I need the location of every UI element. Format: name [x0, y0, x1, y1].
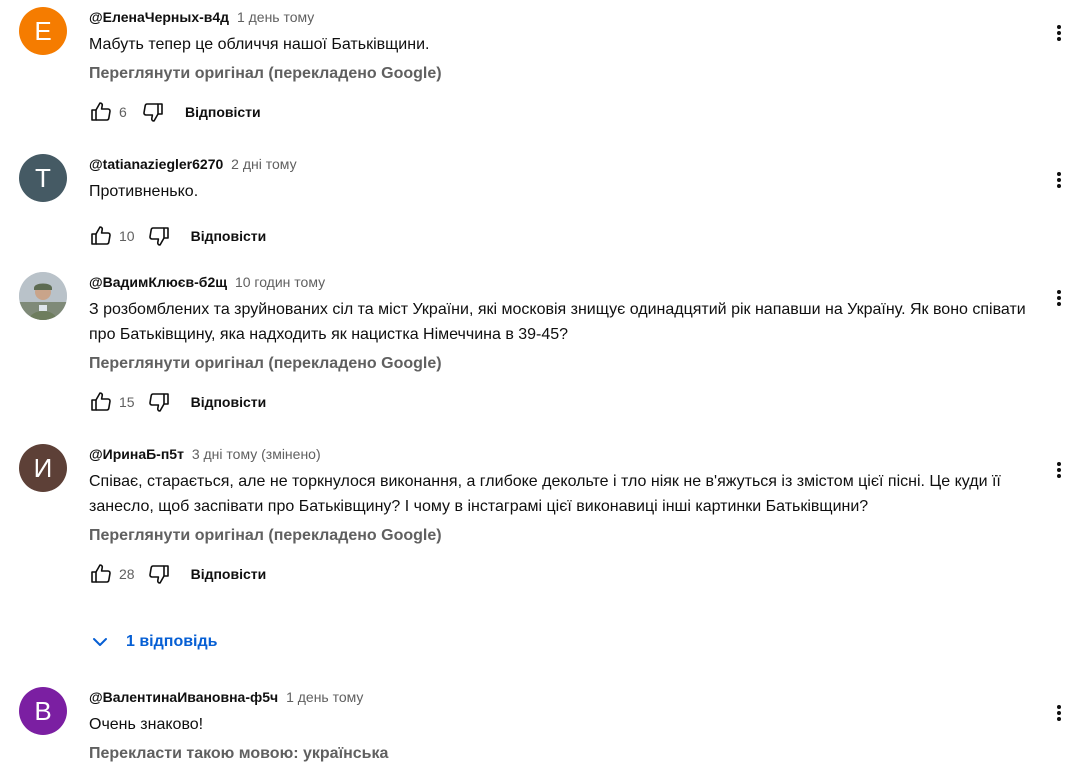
comment-author[interactable]: @ВадимКлюєв-б2щ: [89, 274, 227, 290]
thumbs-down-icon[interactable]: [141, 100, 165, 124]
like-count: 15: [119, 394, 135, 410]
thumbs-up-icon[interactable]: [89, 562, 113, 586]
reply-button[interactable]: Відповісти: [185, 104, 261, 120]
comment-actions: 10 Відповісти: [89, 219, 1035, 253]
comment-text: Очень знаково!: [89, 716, 204, 733]
avatar[interactable]: И: [19, 444, 67, 492]
comment-body: @ЕленаЧерных-в4д 1 день тому Мабуть тепе…: [89, 7, 1035, 129]
avatar[interactable]: T: [19, 154, 67, 202]
translate-link[interactable]: Перекласти такою мовою: українська: [89, 743, 1035, 765]
like-count: 6: [119, 104, 127, 120]
reply-button[interactable]: Відповісти: [191, 228, 267, 244]
comment-actions: 15 Відповісти: [89, 385, 1035, 419]
avatar-letter: Е: [34, 15, 52, 46]
more-vertical-icon[interactable]: [1049, 701, 1069, 725]
comment-body: @tatianaziegler6270 2 дні тому Противнен…: [89, 154, 1035, 253]
comment-time[interactable]: 1 день тому: [237, 9, 314, 25]
comment-body: @ВалентинаИвановна-ф5ч 1 день тому Очень…: [89, 687, 1035, 765]
reply-button[interactable]: Відповісти: [191, 566, 267, 582]
comment-time[interactable]: 10 годин тому: [235, 274, 325, 290]
comment-actions: 6 Відповісти: [89, 95, 1035, 129]
comment-header: @ВадимКлюєв-б2щ 10 годин тому: [89, 272, 1035, 292]
replies-count-label: 1 відповідь: [126, 633, 218, 650]
comment-header: @tatianaziegler6270 2 дні тому: [89, 154, 1035, 174]
comment-time[interactable]: 2 дні тому: [231, 156, 296, 172]
thumbs-down-icon[interactable]: [147, 224, 171, 248]
more-vertical-icon[interactable]: [1049, 458, 1069, 482]
avatar-letter: И: [33, 452, 53, 483]
thumbs-down-icon[interactable]: [147, 562, 171, 586]
translate-link[interactable]: Переглянути оригінал (перекладено Google…: [89, 63, 1035, 85]
more-vertical-icon[interactable]: [1049, 168, 1069, 192]
more-vertical-icon[interactable]: [1049, 286, 1069, 310]
more-vertical-icon[interactable]: [1049, 21, 1069, 45]
show-replies-button[interactable]: 1 відповідь: [88, 628, 218, 656]
thumbs-down-icon[interactable]: [147, 390, 171, 414]
thumbs-up-icon[interactable]: [89, 390, 113, 414]
translate-link[interactable]: Переглянути оригінал (перекладено Google…: [89, 525, 1035, 547]
avatar[interactable]: В: [19, 687, 67, 735]
comment-header: @ИринаБ-п5т 3 дні тому (змінено): [89, 444, 1035, 464]
avatar[interactable]: [19, 272, 67, 320]
comment-time[interactable]: 3 дні тому (змінено): [192, 446, 321, 462]
comment-text: З розбомблених та зруйнованих сіл та міс…: [89, 301, 1026, 343]
comment-author[interactable]: @ИринаБ-п5т: [89, 446, 184, 462]
avatar-letter: T: [35, 162, 51, 193]
like-count: 10: [119, 228, 135, 244]
profile-photo: [19, 272, 67, 320]
comment-author[interactable]: @ВалентинаИвановна-ф5ч: [89, 689, 278, 705]
chevron-down-icon: [88, 630, 112, 654]
avatar[interactable]: Е: [19, 7, 67, 55]
comment-time[interactable]: 1 день тому: [286, 689, 363, 705]
thumbs-up-icon[interactable]: [89, 100, 113, 124]
comment-author[interactable]: @tatianaziegler6270: [89, 156, 223, 172]
reply-button[interactable]: Відповісти: [191, 394, 267, 410]
like-count: 28: [119, 566, 135, 582]
comment-actions: 28 Відповісти: [89, 557, 1035, 591]
thumbs-up-icon[interactable]: [89, 224, 113, 248]
comment-text: Противненько.: [89, 183, 199, 200]
comment-body: @ИринаБ-п5т 3 дні тому (змінено) Співає,…: [89, 444, 1035, 591]
translate-link[interactable]: Переглянути оригінал (перекладено Google…: [89, 353, 1035, 375]
comment-header: @ВалентинаИвановна-ф5ч 1 день тому: [89, 687, 1035, 707]
comment-header: @ЕленаЧерных-в4д 1 день тому: [89, 7, 1035, 27]
comment-text: Співає, старається, але не торкнулося ви…: [89, 473, 1001, 515]
comment-author[interactable]: @ЕленаЧерных-в4д: [89, 9, 229, 25]
comment-body: @ВадимКлюєв-б2щ 10 годин тому З розбомбл…: [89, 272, 1035, 419]
comment-text: Мабуть тепер це обличчя нашої Батьківщин…: [89, 36, 430, 53]
avatar-letter: В: [34, 695, 52, 726]
